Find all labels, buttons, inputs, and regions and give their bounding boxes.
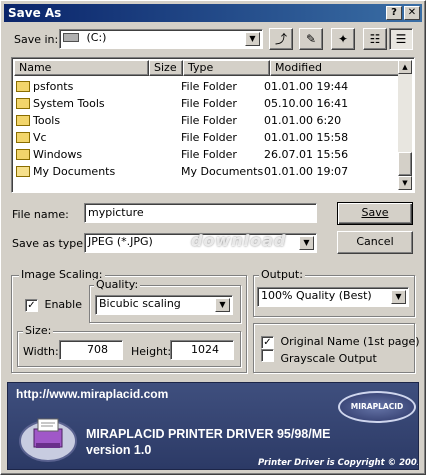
file-type-cell: File Folder (181, 97, 237, 110)
file-list[interactable]: Name Size Type Modified psfonts File Fol… (11, 57, 415, 193)
desktop-button[interactable]: ✎ (299, 28, 323, 50)
my-documents-icon (16, 166, 30, 177)
list-view-button[interactable]: ☷ (363, 28, 387, 50)
copyright-text: Printer Driver is Copyright © 2001 Mirap… (258, 458, 418, 468)
cancel-button[interactable]: Cancel (337, 231, 413, 254)
details-view-button[interactable]: ☰ (389, 28, 413, 50)
save-in-value: (C:) (86, 31, 107, 44)
file-modified-cell: 01.01.00 19:44 (264, 80, 349, 93)
image-scaling-label: Image Scaling: (19, 268, 105, 281)
file-row[interactable]: System Tools File Folder 05.10.00 16:41 (14, 95, 400, 112)
file-name-cell: My Documents (33, 165, 116, 178)
scroll-thumb[interactable] (398, 152, 412, 176)
folder-icon (16, 149, 30, 160)
title-bar[interactable]: Save As ? ✕ (4, 4, 422, 22)
folder-icon (16, 132, 30, 143)
file-name-cell: psfonts (33, 80, 74, 93)
quality-value: Bicubic scaling (99, 297, 181, 310)
grayscale-check-icon[interactable] (261, 349, 274, 362)
new-folder-button[interactable]: ✦ (331, 28, 355, 50)
column-header-size[interactable]: Size (149, 60, 183, 76)
grayscale-label: Grayscale Output (280, 352, 377, 365)
save-button-label: Save (361, 206, 389, 219)
vertical-scrollbar[interactable]: ▲ ▼ (398, 60, 412, 190)
save-in-dropdown[interactable]: (C:) ▼ (59, 29, 263, 49)
file-row[interactable]: Tools File Folder 01.01.00 6:20 (14, 112, 400, 129)
chevron-down-icon[interactable]: ▼ (391, 290, 406, 304)
enable-checkbox[interactable]: ✓ Enable (25, 298, 82, 312)
product-name: MIRAPLACID PRINTER DRIVER 95/98/ME (86, 427, 331, 441)
output-quality-dropdown[interactable]: 100% Quality (Best) ▼ (257, 287, 409, 307)
window-title: Save As (8, 6, 62, 20)
size-label: Size: (23, 324, 54, 337)
enable-check-icon[interactable]: ✓ (25, 299, 38, 312)
file-type-cell: File Folder (181, 131, 237, 144)
original-name-check-icon[interactable]: ✓ (261, 336, 274, 349)
printer-icon (18, 407, 78, 463)
height-input[interactable]: 1024 (170, 340, 234, 360)
folder-icon (16, 98, 30, 109)
desktop-icon: ✎ (305, 32, 317, 46)
close-button[interactable]: ✕ (404, 6, 420, 20)
file-name-cell: Tools (33, 114, 61, 127)
save-in-label: Save in: (14, 33, 59, 46)
file-name-cell: Vc (33, 131, 47, 144)
file-modified-cell: 26.07.01 15:56 (264, 148, 349, 161)
file-row[interactable]: psfonts File Folder 01.01.00 19:44 (14, 78, 400, 95)
save-as-type-label: Save as type: (12, 237, 87, 250)
folder-icon (16, 81, 30, 92)
file-modified-cell: 01.01.00 6:20 (264, 114, 342, 127)
file-row[interactable]: Vc File Folder 01.01.00 15:58 (14, 129, 400, 146)
width-label: Width: (23, 345, 59, 358)
file-type-cell: File Folder (181, 148, 237, 161)
original-name-label: Original Name (1st page) (280, 335, 420, 348)
file-modified-cell: 01.01.00 15:58 (264, 131, 349, 144)
file-type-cell: My Documents (181, 165, 264, 178)
save-as-dialog: Save As ? ✕ Save in: (C:) ▼ ⤴ ✎ ✦ ☷ ☰ Na… (0, 0, 426, 475)
quality-dropdown[interactable]: Bicubic scaling ▼ (95, 295, 233, 315)
product-version: version 1.0 (86, 443, 152, 457)
new-folder-icon: ✦ (337, 32, 349, 46)
file-name-label: File name: (12, 208, 69, 221)
up-one-level-button[interactable]: ⤴ (269, 28, 293, 50)
file-type-cell: File Folder (181, 80, 237, 93)
width-input[interactable]: 708 (59, 340, 123, 360)
help-button[interactable]: ? (386, 6, 402, 20)
chevron-down-icon[interactable]: ▼ (299, 236, 314, 250)
file-modified-cell: 05.10.00 16:41 (264, 97, 349, 110)
save-button[interactable]: Save (337, 202, 413, 225)
product-banner: http://www.miraplacid.com MIRAPLACID MIR… (7, 382, 419, 470)
details-view-icon: ☰ (395, 32, 407, 46)
output-label: Output: (259, 268, 305, 281)
height-label: Height: (131, 345, 172, 358)
list-view-icon: ☷ (369, 32, 381, 46)
column-header-name[interactable]: Name (14, 60, 149, 76)
drive-icon (63, 33, 79, 42)
enable-label: Enable (44, 298, 82, 311)
file-type-cell: File Folder (181, 114, 237, 127)
chevron-down-icon[interactable]: ▼ (245, 32, 260, 46)
original-name-checkbox[interactable]: ✓ Original Name (1st page) (261, 335, 420, 349)
file-modified-cell: 01.01.00 19:07 (264, 165, 349, 178)
file-name-input[interactable]: mypicture (84, 203, 317, 223)
file-name-cell: Windows (33, 148, 83, 161)
file-name-cell: System Tools (33, 97, 105, 110)
banner-url[interactable]: http://www.miraplacid.com (16, 387, 168, 401)
scroll-up-icon[interactable]: ▲ (398, 60, 412, 74)
column-header-modified[interactable]: Modified (270, 60, 400, 76)
quality-label: Quality: (94, 278, 141, 291)
folder-up-icon: ⤴ (274, 32, 287, 46)
scroll-down-icon[interactable]: ▼ (398, 176, 412, 190)
file-row[interactable]: Windows File Folder 26.07.01 15:56 (14, 146, 400, 163)
output-quality-value: 100% Quality (Best) (261, 289, 372, 302)
grayscale-checkbox[interactable]: Grayscale Output (261, 349, 377, 365)
file-row[interactable]: My Documents My Documents 01.01.00 19:07 (14, 163, 400, 180)
miraplacid-logo: MIRAPLACID (338, 391, 416, 423)
watermark: download (191, 231, 287, 250)
chevron-down-icon[interactable]: ▼ (215, 298, 230, 312)
column-header-type[interactable]: Type (183, 60, 270, 76)
folder-icon (16, 115, 30, 126)
save-as-type-value: JPEG (*.JPG) (88, 235, 153, 248)
